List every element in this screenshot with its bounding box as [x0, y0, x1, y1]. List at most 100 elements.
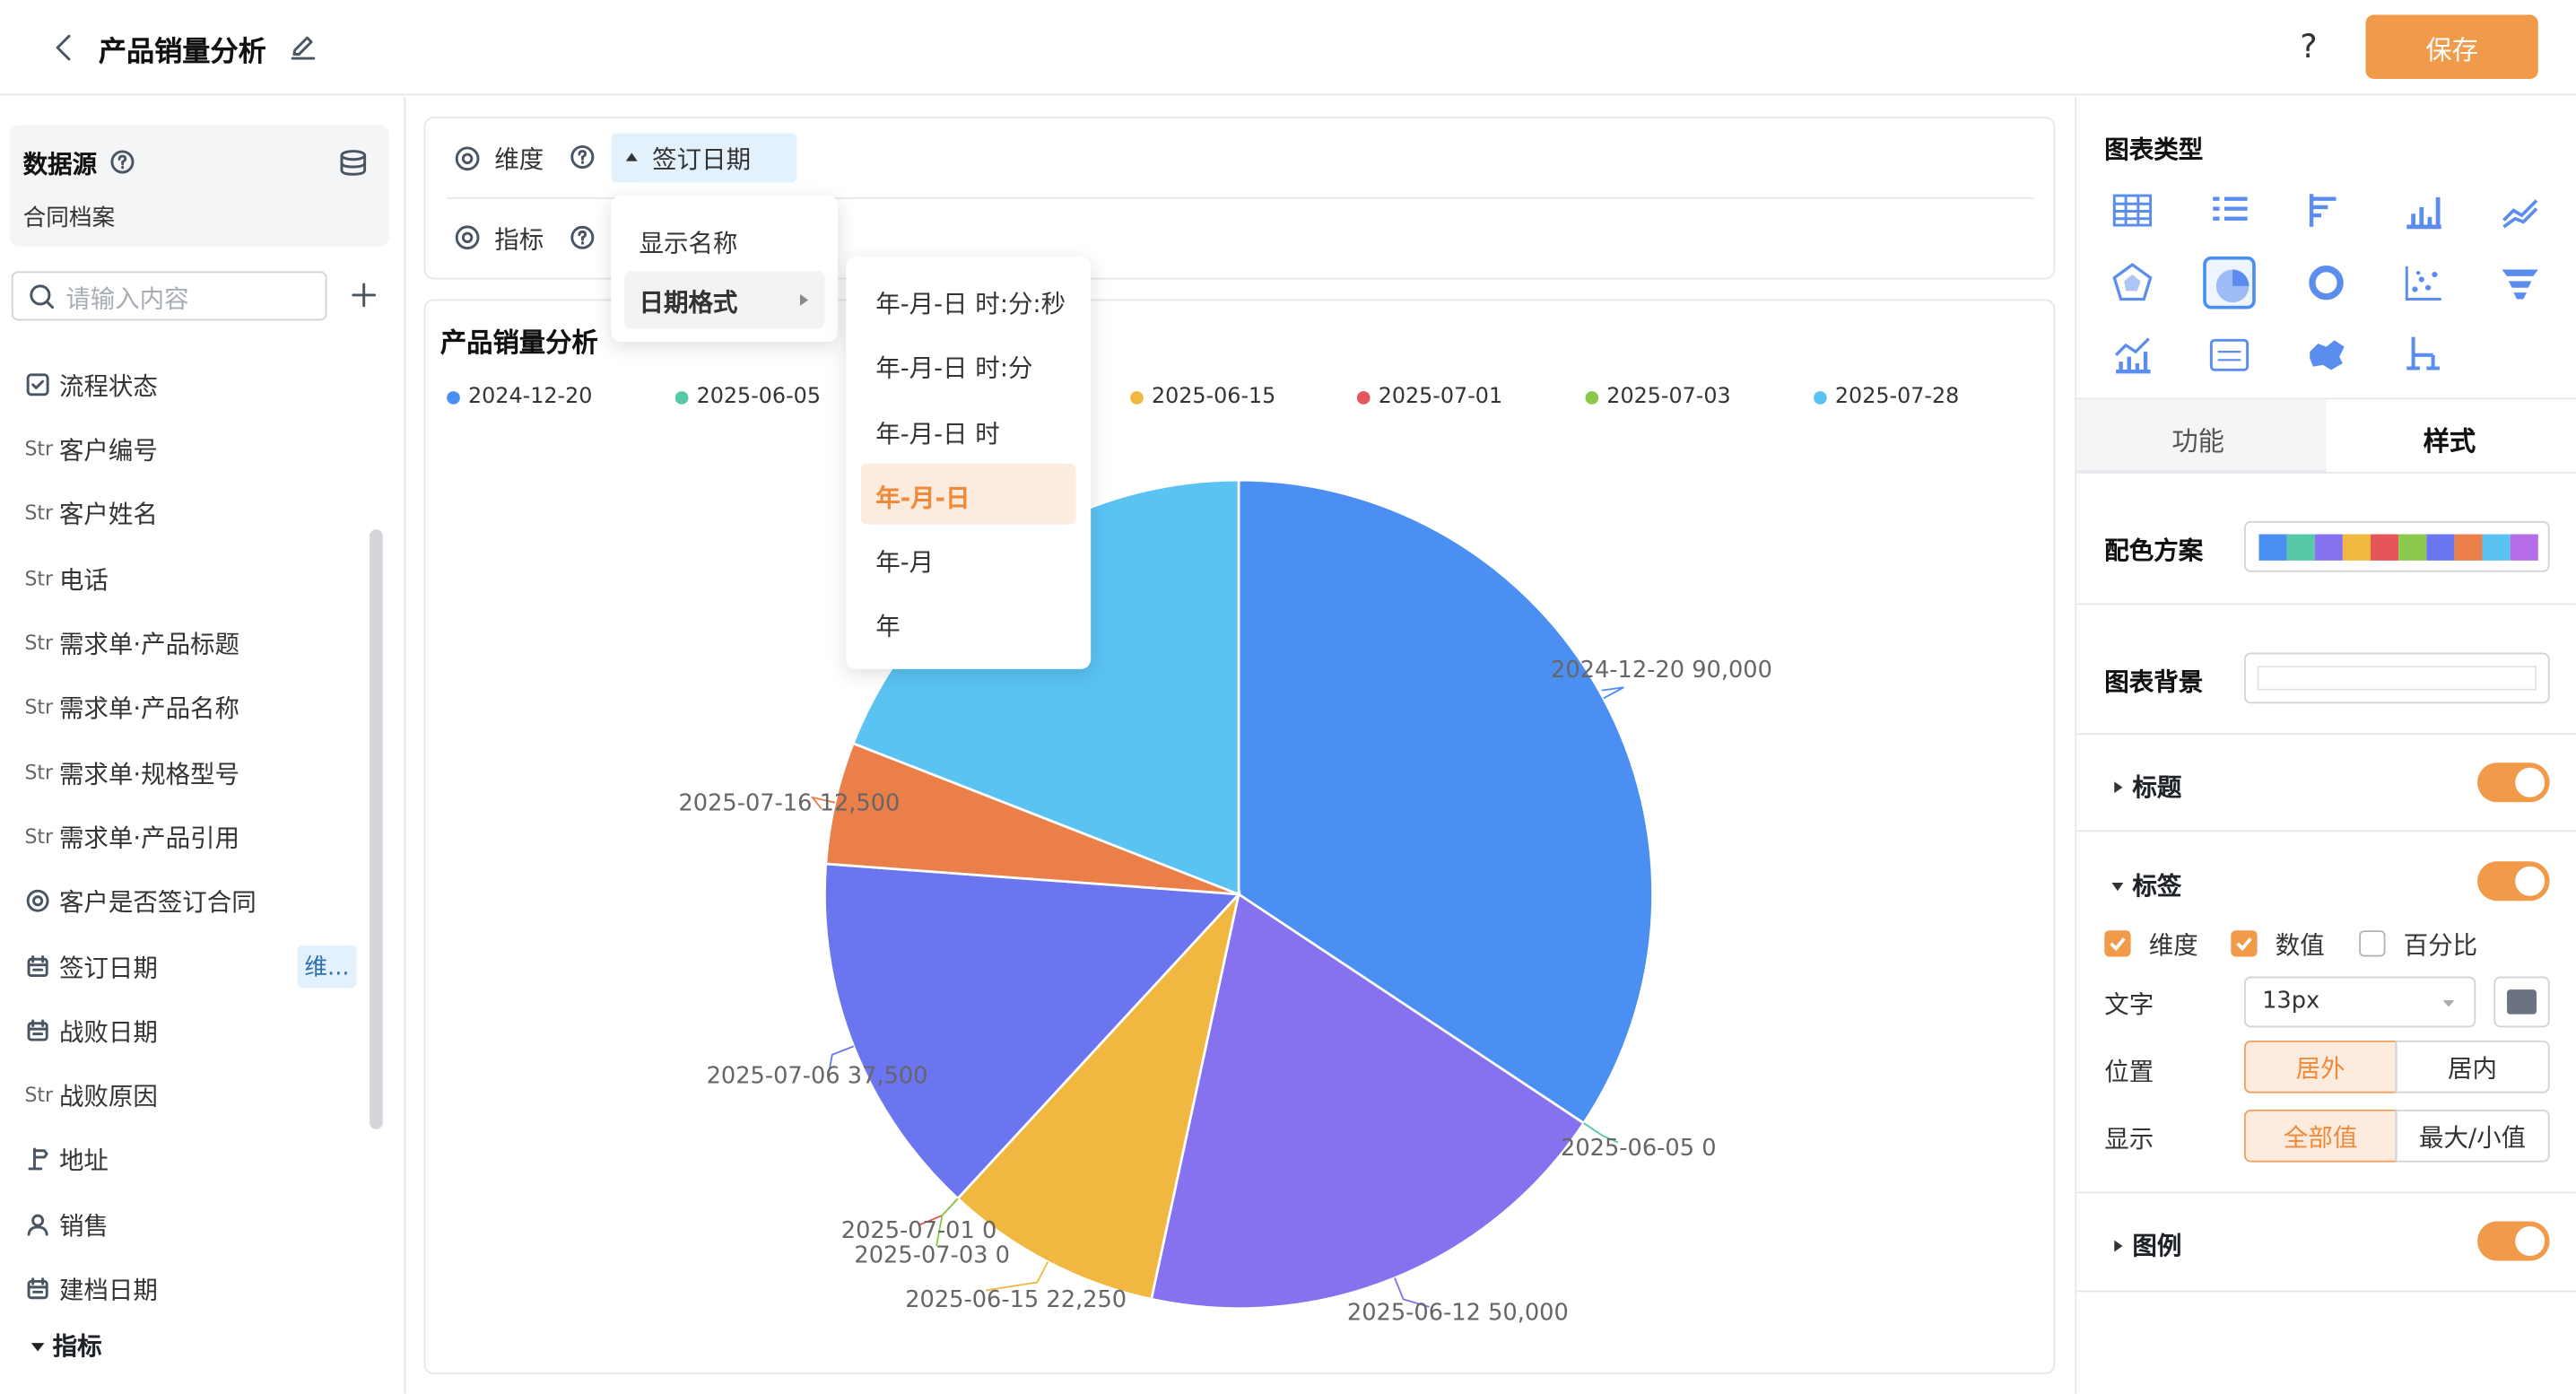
position-label: 位置: [2104, 1057, 2154, 1087]
chart-type-map-icon[interactable]: [2300, 329, 2353, 382]
chart-type-table-icon[interactable]: [2106, 184, 2159, 237]
string-type-prefix: Str: [24, 437, 54, 461]
color-scheme-label: 配色方案: [2104, 536, 2204, 566]
chart-type-number-card-icon[interactable]: [2203, 329, 2256, 382]
search-input[interactable]: 请输入内容: [11, 271, 327, 321]
title-section-header[interactable]: 标题: [2110, 770, 2181, 804]
field-item-req-product-title[interactable]: Str 需求单·产品标题: [24, 623, 239, 663]
dimension-chip[interactable]: 签订日期: [611, 133, 797, 183]
chart-type-radar-icon[interactable]: [2106, 257, 2159, 309]
display-minmax-option[interactable]: 最大/小值: [2395, 1109, 2550, 1163]
date-format-option-ymd[interactable]: 年-月-日: [875, 480, 970, 514]
color-swatch: [2286, 534, 2315, 561]
pie-data-label: 2025-07-03 0: [854, 1242, 1010, 1269]
field-item-address[interactable]: 地址: [24, 1139, 109, 1179]
help-icon[interactable]: ?: [2300, 26, 2317, 65]
date-format-option-ymd-hm[interactable]: 年-月-日 时:分: [875, 350, 1032, 384]
string-type-prefix: Str: [24, 501, 54, 525]
string-type-prefix: Str: [24, 1083, 54, 1107]
field-item-lost-reason[interactable]: Str 战败原因: [24, 1075, 157, 1114]
field-item-label: 地址: [58, 1145, 109, 1175]
location-icon: [24, 1146, 58, 1172]
chart-type-scatter-icon[interactable]: [2397, 257, 2450, 309]
dimension-tag[interactable]: 维...: [297, 945, 357, 989]
save-button[interactable]: 保存: [2365, 14, 2538, 79]
chart-type-donut-icon[interactable]: [2300, 257, 2353, 309]
date-format-option-ymd-hms[interactable]: 年-月-日 时:分:秒: [875, 286, 1066, 320]
edit-icon[interactable]: [289, 33, 317, 61]
font-color-picker[interactable]: [2493, 976, 2550, 1028]
color-swatch: [2454, 534, 2483, 561]
field-item-req-product-ref[interactable]: Str 需求单·产品引用: [24, 817, 239, 857]
label-section-header[interactable]: 标签: [2110, 868, 2181, 902]
string-type-prefix: Str: [24, 824, 54, 849]
date-format-option-y[interactable]: 年: [875, 608, 901, 642]
label-toggle[interactable]: [2477, 861, 2550, 902]
position-inside-option[interactable]: 居内: [2395, 1040, 2550, 1093]
field-item-process-status[interactable]: 流程状态: [24, 365, 158, 405]
back-icon[interactable]: [49, 31, 79, 65]
color-swatch: [2398, 534, 2427, 561]
field-item-customer-id[interactable]: Str 客户编号: [24, 429, 157, 468]
chart-bg-select[interactable]: [2243, 652, 2550, 704]
dimension-chip-label: 签订日期: [652, 144, 752, 175]
chart-type-bar-horizontal-icon[interactable]: [2300, 184, 2353, 237]
percent-checkbox[interactable]: [2359, 930, 2386, 957]
divider: [2075, 1290, 2576, 1293]
pie-data-label: 2025-06-12 50,000: [1346, 1300, 1569, 1327]
chart-type-pie-chart-icon[interactable]: [2203, 256, 2256, 309]
donut-icon: [2303, 260, 2349, 306]
tab-function-label: 功能: [2171, 425, 2225, 457]
tab-style[interactable]: 样式: [2326, 399, 2576, 472]
chart-type-line-chart-icon[interactable]: [2493, 184, 2546, 237]
field-item-customer-name[interactable]: Str 客户姓名: [24, 493, 157, 533]
help-circle-icon[interactable]: [570, 225, 595, 249]
chart-type-bar-chart-icon[interactable]: [2397, 184, 2450, 237]
chart-type-combo-chart-icon[interactable]: [2106, 329, 2159, 382]
divider: [2075, 830, 2576, 832]
legend-section-header[interactable]: 图例: [2110, 1228, 2181, 1262]
menu-item-date-format[interactable]: 日期格式: [624, 271, 825, 329]
database-icon[interactable]: [338, 148, 368, 178]
field-item-req-spec[interactable]: Str 需求单·规格型号: [24, 753, 239, 792]
field-list-scrollbar[interactable]: [370, 529, 383, 1129]
field-item-sales[interactable]: 销售: [24, 1205, 109, 1244]
pie-data-label: 2025-06-05 0: [1561, 1136, 1717, 1163]
value-checkbox[interactable]: [2231, 930, 2258, 957]
table-icon: [2110, 187, 2155, 233]
date-format-option-ymd-h[interactable]: 年-月-日 时: [875, 416, 999, 450]
field-item-sign-date[interactable]: 签订日期: [24, 947, 158, 987]
chart-type-funnel-icon[interactable]: [2493, 257, 2546, 309]
position-outside-option[interactable]: 居外: [2243, 1040, 2398, 1093]
field-item-label: 电话: [58, 564, 109, 595]
tab-function[interactable]: 功能: [2076, 399, 2327, 472]
color-scheme-select[interactable]: [2243, 520, 2550, 572]
field-item-lost-date[interactable]: 战败日期: [24, 1011, 158, 1050]
caret-right-icon: [2114, 780, 2123, 793]
help-circle-icon[interactable]: [110, 150, 135, 174]
add-field-icon[interactable]: [350, 281, 378, 309]
divider: [2075, 471, 2576, 474]
field-item-signed-contract[interactable]: 客户是否签订合同: [24, 881, 257, 920]
field-item-req-product-name[interactable]: Str 需求单·产品名称: [24, 687, 239, 727]
calendar-icon: [24, 1276, 58, 1302]
help-circle-icon[interactable]: [570, 144, 595, 170]
field-item-created-date[interactable]: 建档日期: [24, 1269, 158, 1309]
color-swatch: [2314, 534, 2343, 561]
metrics-section-header[interactable]: 指标: [28, 1329, 102, 1363]
menu-item-date-format-label: 日期格式: [639, 287, 738, 318]
font-size-select[interactable]: 13px: [2243, 976, 2476, 1028]
pie-data-label: 2024-12-20 90,000: [1551, 658, 1772, 684]
menu-item-display-name[interactable]: 显示名称: [639, 225, 737, 259]
dimension-checkbox[interactable]: [2104, 930, 2131, 957]
chart-type-tree-icon[interactable]: [2397, 329, 2450, 382]
pie-data-label: 2025-07-06 37,500: [706, 1063, 928, 1090]
legend-toggle[interactable]: [2477, 1221, 2550, 1261]
title-toggle[interactable]: [2477, 762, 2550, 803]
date-format-option-ym[interactable]: 年-月: [875, 545, 934, 579]
field-item-label: 客户姓名: [58, 499, 158, 529]
field-item-phone[interactable]: Str 电话: [24, 559, 108, 598]
chart-type-list-icon[interactable]: [2203, 184, 2256, 237]
field-item-label: 战败日期: [58, 1016, 158, 1047]
display-all-option[interactable]: 全部值: [2243, 1109, 2398, 1163]
